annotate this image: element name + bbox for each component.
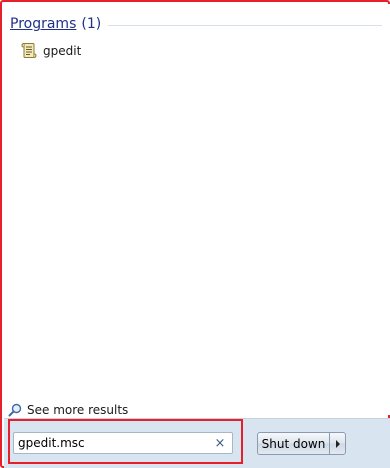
triangle-right-icon: [335, 439, 341, 448]
power-button-group: Shut down: [257, 432, 346, 455]
result-item-gpedit[interactable]: gpedit: [18, 40, 218, 62]
search-input[interactable]: [18, 434, 212, 452]
search-results-pane: Programs (1) gpedit See more results: [4, 4, 390, 417]
script-file-icon: [21, 42, 37, 60]
start-menu: Programs (1) gpedit See more results: [0, 0, 390, 468]
shut-down-options-button[interactable]: [329, 432, 346, 455]
magnifier-icon: [8, 403, 22, 417]
search-box[interactable]: ×: [13, 432, 233, 454]
programs-group-title[interactable]: Programs: [10, 16, 76, 32]
see-more-results-label: See more results: [27, 403, 129, 417]
see-more-results-link[interactable]: See more results: [8, 401, 128, 419]
shut-down-button[interactable]: Shut down: [257, 432, 329, 455]
group-divider: [108, 24, 382, 26]
clear-icon[interactable]: ×: [212, 435, 228, 451]
programs-group-header: Programs (1): [10, 14, 390, 34]
result-item-label: gpedit: [43, 44, 82, 58]
programs-group-count: (1): [81, 16, 102, 32]
